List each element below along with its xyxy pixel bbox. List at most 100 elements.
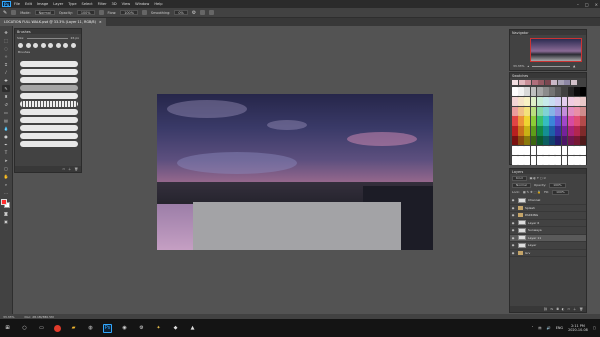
lock-icons[interactable]: ▦ ✎ ✥ ⬚ 🔒 — [523, 190, 541, 194]
swatch[interactable] — [524, 116, 531, 126]
swatch[interactable] — [536, 136, 543, 146]
smoothing-field[interactable]: 0% — [174, 10, 188, 15]
layer-row[interactable]: ◉ Grv — [510, 250, 586, 257]
eraser-icon[interactable]: ▭ — [2, 109, 10, 116]
volume-icon[interactable]: 🔊 — [547, 326, 551, 330]
swatch[interactable] — [536, 126, 543, 136]
zoom-tool-icon[interactable]: ⌕ — [2, 181, 10, 188]
airbrush-icon[interactable] — [141, 10, 147, 15]
visibility-eye-icon[interactable]: ◉ — [510, 221, 516, 225]
menu-item-layer[interactable]: Layer — [53, 2, 63, 6]
app-icon[interactable]: ✦ — [154, 324, 163, 333]
navigator-header[interactable]: Navigator — [510, 30, 586, 35]
swatch[interactable] — [567, 155, 574, 165]
link-icon[interactable]: ⛓ — [544, 307, 548, 311]
rectangle-tool-icon[interactable]: ▢ — [2, 165, 10, 172]
move-tool-icon[interactable]: ✥ — [2, 29, 10, 36]
new-group-icon[interactable]: ▭ — [62, 167, 65, 171]
document-tab[interactable]: LOCATION FULL WALK.psd @ 33.3% (Layer 11… — [0, 18, 106, 26]
swatch[interactable] — [524, 106, 531, 116]
gear-icon[interactable]: ⚙ — [192, 10, 196, 16]
swatch[interactable] — [580, 145, 586, 156]
visibility-eye-icon[interactable]: ◉ — [510, 243, 516, 247]
pressure-size-icon[interactable] — [200, 10, 206, 15]
swatch[interactable] — [580, 155, 586, 165]
swatch[interactable] — [549, 155, 555, 165]
swatch[interactable] — [536, 106, 543, 116]
brush-stroke[interactable] — [20, 109, 78, 115]
swatch[interactable] — [555, 155, 562, 165]
brush-stroke[interactable] — [20, 77, 78, 83]
swatch[interactable] — [555, 126, 562, 136]
swatch[interactable] — [567, 116, 574, 126]
swatch[interactable] — [561, 145, 568, 156]
swatch[interactable] — [555, 87, 562, 97]
recent-swatch[interactable] — [518, 80, 525, 85]
folder-icon[interactable]: ▭ — [567, 307, 570, 311]
swatch[interactable] — [574, 116, 580, 126]
swatch[interactable] — [567, 96, 574, 107]
app-icon-white[interactable]: ◍ — [86, 324, 95, 333]
notifications-icon[interactable]: ▢ — [593, 326, 596, 330]
swatch[interactable] — [543, 145, 549, 156]
swatch[interactable] — [543, 106, 549, 116]
mode-select[interactable]: Normal — [34, 10, 55, 15]
recent-swatch[interactable] — [544, 80, 551, 85]
swatch[interactable] — [561, 116, 568, 126]
menu-item-help[interactable]: Help — [154, 2, 162, 6]
swatch[interactable] — [524, 96, 531, 107]
swatch[interactable] — [512, 106, 518, 116]
hand-tool-icon[interactable]: ✋ — [2, 173, 10, 180]
swatch[interactable] — [518, 145, 524, 156]
swatch[interactable] — [549, 145, 555, 156]
menu-item-filter[interactable]: Filter — [98, 2, 107, 6]
history-brush-icon[interactable]: ↺ — [2, 101, 10, 108]
layer-row[interactable]: ◉ Layer — [510, 242, 586, 250]
swatch[interactable] — [580, 87, 586, 97]
swatch[interactable] — [530, 136, 537, 146]
fx-icon[interactable]: fx — [550, 307, 553, 311]
path-selection-icon[interactable]: ➤ — [2, 157, 10, 164]
swatch[interactable] — [518, 87, 524, 97]
menu-item-edit[interactable]: Edit — [25, 2, 32, 6]
swatch[interactable] — [574, 145, 580, 156]
swatch[interactable] — [543, 136, 549, 146]
app-icon-red[interactable] — [54, 324, 61, 332]
swatches-header[interactable]: Swatches — [510, 73, 586, 78]
brush-preset[interactable] — [25, 43, 31, 48]
swatch[interactable] — [574, 136, 580, 146]
swatch[interactable] — [512, 96, 518, 107]
healing-brush-icon[interactable]: ✚ — [2, 77, 10, 84]
swatch[interactable] — [536, 116, 543, 126]
brush-preset[interactable] — [70, 43, 76, 48]
recent-swatch[interactable] — [512, 80, 518, 85]
swatch[interactable] — [530, 116, 537, 126]
tray-chevron-icon[interactable]: ˄ — [532, 326, 534, 330]
brush-stroke[interactable] — [20, 141, 78, 147]
swatch[interactable] — [518, 116, 524, 126]
layer-row[interactable]: ◉ Splash — [510, 205, 586, 212]
brush-preset[interactable] — [48, 43, 53, 48]
swatch[interactable] — [518, 106, 524, 116]
swatch[interactable] — [555, 116, 562, 126]
mask-icon[interactable]: ◘ — [556, 307, 558, 311]
menu-item-window[interactable]: Window — [135, 2, 149, 6]
brush-preset[interactable] — [55, 43, 61, 48]
visibility-eye-icon[interactable]: ◉ — [510, 198, 516, 202]
swatch[interactable] — [555, 96, 562, 107]
photoshop-taskbar-icon[interactable]: Ps — [103, 323, 112, 333]
windows-start-icon[interactable]: ⊞ — [3, 324, 12, 333]
swatch[interactable] — [555, 145, 562, 156]
layer-row[interactable]: ◉ Channel — [510, 197, 586, 205]
swatch[interactable] — [512, 155, 518, 165]
swatch[interactable] — [512, 126, 518, 136]
eyedropper-icon[interactable]: ⁄ — [2, 69, 10, 76]
brush-preset[interactable] — [63, 43, 68, 48]
layer-row[interactable]: ◉ Layer 11 — [510, 234, 586, 242]
brush-tool-icon-active[interactable]: ✎ — [2, 85, 10, 92]
swatch[interactable] — [580, 136, 586, 146]
status-zoom[interactable]: 33.33% — [3, 315, 14, 319]
swatch[interactable] — [549, 136, 555, 146]
swatch[interactable] — [580, 106, 586, 116]
language-indicator[interactable]: ENG — [556, 326, 563, 330]
